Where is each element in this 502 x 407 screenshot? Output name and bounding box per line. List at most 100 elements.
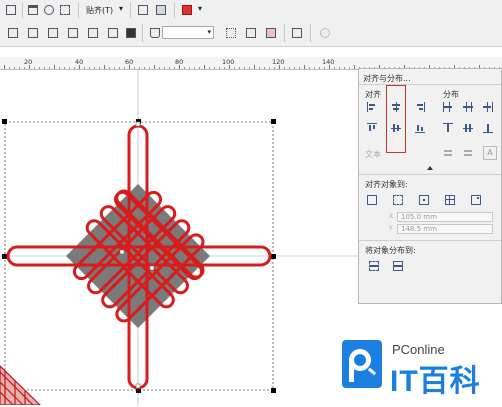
boundary-icon[interactable] bbox=[124, 26, 138, 40]
selection-handle bbox=[271, 388, 276, 393]
selection-handle bbox=[271, 119, 276, 124]
distribute-section-label: 分布 bbox=[443, 90, 459, 99]
ruler-tick bbox=[264, 67, 265, 69]
object-manager-icon[interactable] bbox=[136, 3, 150, 17]
x-position-field: 105.0 mm bbox=[397, 212, 493, 222]
trim-icon[interactable] bbox=[26, 26, 40, 40]
back-minus-front-icon[interactable] bbox=[106, 26, 120, 40]
y-axis-label: Y bbox=[389, 225, 393, 232]
ruler-tick bbox=[189, 67, 190, 69]
ruler-tick bbox=[179, 65, 180, 69]
pconline-logo-icon bbox=[342, 340, 382, 388]
chevron-down-icon[interactable]: ▾ bbox=[119, 4, 123, 13]
snap-to-dropdown[interactable]: 贴齐(T) bbox=[86, 5, 113, 16]
page-center-button[interactable] bbox=[417, 193, 431, 207]
grid-icon[interactable] bbox=[4, 3, 18, 17]
distribute-top-button[interactable] bbox=[441, 121, 455, 135]
ruler-tick bbox=[329, 65, 330, 69]
ruler-tick bbox=[314, 67, 315, 69]
panel-title[interactable]: 对齐与分布... bbox=[363, 73, 411, 84]
corner-pattern bbox=[0, 365, 42, 406]
ruler-tick bbox=[324, 67, 325, 69]
product-text: IT百科 bbox=[390, 365, 481, 398]
distribute-bottom-button[interactable] bbox=[481, 121, 495, 135]
ruler-tick bbox=[49, 67, 50, 69]
ruler-tick bbox=[19, 67, 20, 69]
node-marker bbox=[119, 249, 125, 255]
ruler-tick bbox=[339, 67, 340, 69]
transform-icon[interactable] bbox=[244, 26, 258, 40]
node-marker bbox=[135, 383, 141, 389]
ruler-tick bbox=[224, 67, 225, 69]
ruler-tick bbox=[149, 67, 150, 69]
ruler-tick bbox=[14, 67, 15, 69]
align-section-label: 对齐 bbox=[365, 90, 381, 99]
ruler-tick bbox=[104, 65, 105, 69]
distribute-selection-extent-button[interactable] bbox=[367, 259, 381, 273]
align-distribute-icon[interactable] bbox=[290, 26, 304, 40]
ruler-tick bbox=[24, 67, 25, 69]
intersect-icon[interactable] bbox=[46, 26, 60, 40]
distribute-page-extent-button[interactable] bbox=[391, 259, 405, 273]
ruler-tick bbox=[9, 67, 10, 69]
ruler-tick bbox=[219, 67, 220, 69]
ruler-tick bbox=[274, 67, 275, 69]
chevron-down-icon[interactable]: ▾ bbox=[198, 4, 202, 13]
ruler-tick bbox=[244, 67, 245, 69]
ruler-tick bbox=[89, 67, 90, 69]
ruler-tick bbox=[174, 67, 175, 69]
weld-icon[interactable] bbox=[6, 26, 20, 40]
ruler-tick bbox=[204, 65, 205, 69]
outline-pen-icon[interactable] bbox=[148, 26, 162, 40]
distribute-right-button[interactable] bbox=[481, 100, 495, 114]
ruler-tick bbox=[39, 67, 40, 69]
view-icon[interactable] bbox=[42, 3, 56, 17]
active-objects-button[interactable] bbox=[365, 193, 379, 207]
selection-handle bbox=[2, 119, 7, 124]
align-top-button[interactable] bbox=[365, 121, 379, 135]
standard-toolbar: 贴齐(T) ▾ ▾ bbox=[0, 0, 502, 21]
rulers-icon[interactable] bbox=[26, 3, 40, 17]
outline-width-select[interactable]: ▾ bbox=[162, 26, 214, 39]
text-section-label: 文本 bbox=[365, 150, 381, 159]
ruler-tick bbox=[199, 67, 200, 69]
collapse-arrow-icon[interactable] bbox=[427, 166, 433, 170]
ruler-tick bbox=[254, 65, 255, 69]
divider bbox=[359, 240, 501, 241]
x-axis-label: X bbox=[389, 213, 394, 220]
property-bar: ▾ bbox=[0, 20, 502, 47]
launcher-icon[interactable] bbox=[180, 3, 194, 17]
ruler-tick bbox=[114, 67, 115, 69]
separator bbox=[130, 2, 131, 18]
ruler-tick bbox=[319, 67, 320, 69]
specified-point-button[interactable] bbox=[469, 193, 483, 207]
ruler-tick bbox=[34, 67, 35, 69]
highlight-box bbox=[386, 85, 406, 153]
ruler-tick bbox=[134, 67, 135, 69]
align-bottom-button[interactable] bbox=[413, 121, 427, 135]
guidelines-icon[interactable] bbox=[58, 3, 72, 17]
ruler-tick bbox=[279, 65, 280, 69]
simplify-icon[interactable] bbox=[66, 26, 80, 40]
options-icon[interactable] bbox=[154, 3, 168, 17]
grid-button[interactable] bbox=[443, 193, 457, 207]
distribute-left-button[interactable] bbox=[441, 100, 455, 114]
ruler-tick bbox=[299, 67, 300, 69]
ruler-tick bbox=[139, 67, 140, 69]
separator bbox=[78, 2, 79, 18]
ruler-tick bbox=[64, 67, 65, 69]
ruler-tick bbox=[164, 67, 165, 69]
distribute-center-button[interactable] bbox=[461, 100, 475, 114]
ruler-tick bbox=[309, 67, 310, 69]
front-minus-back-icon[interactable] bbox=[86, 26, 100, 40]
ruler-tick bbox=[4, 65, 5, 69]
distribute-middle-button[interactable] bbox=[461, 121, 475, 135]
chevron-down-icon[interactable]: ▾ bbox=[207, 28, 211, 36]
ruler-tick bbox=[234, 67, 235, 69]
convert-to-curves-icon[interactable] bbox=[224, 26, 238, 40]
edit-fill-icon[interactable] bbox=[264, 26, 278, 40]
page-edge-button[interactable] bbox=[391, 193, 405, 207]
align-left-button[interactable] bbox=[365, 100, 379, 114]
align-right-button[interactable] bbox=[413, 100, 427, 114]
ruler-tick bbox=[109, 67, 110, 69]
